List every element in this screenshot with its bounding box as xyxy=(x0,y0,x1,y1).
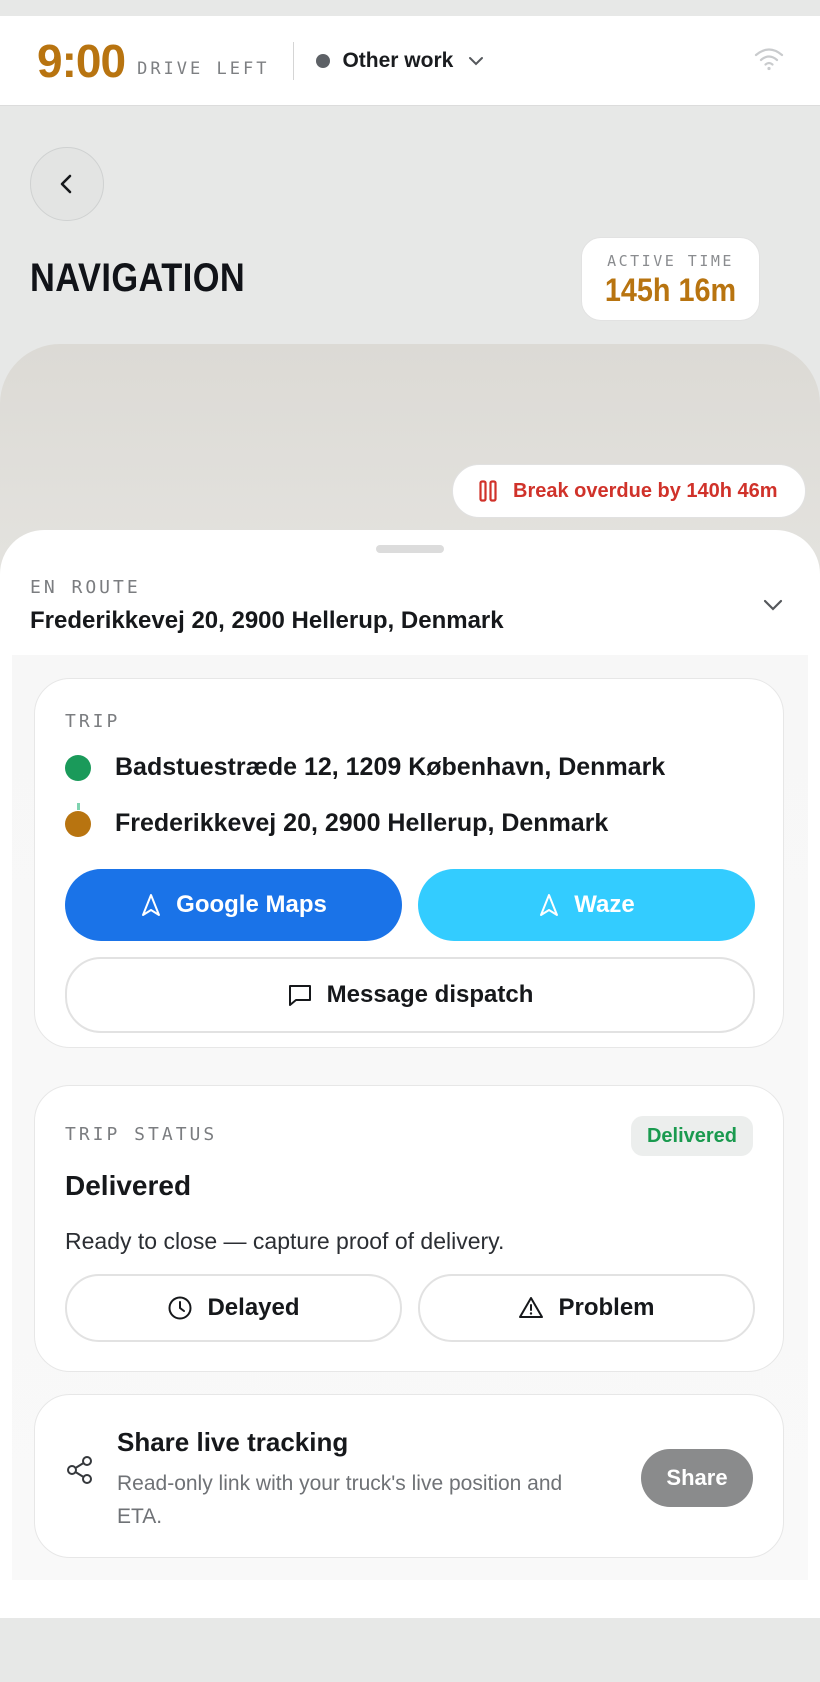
share-title: Share live tracking xyxy=(117,1427,349,1457)
chevron-down-icon[interactable] xyxy=(760,592,786,618)
google-maps-button[interactable]: Google Maps xyxy=(65,869,402,941)
navigation-arrow-icon xyxy=(540,894,559,916)
en-route-label: EN ROUTE xyxy=(30,577,141,598)
chevron-left-icon xyxy=(60,174,72,194)
page-title: NAVIGATION xyxy=(30,256,246,300)
delayed-button[interactable]: Delayed xyxy=(65,1274,402,1342)
waze-label: Waze xyxy=(574,891,635,918)
message-icon xyxy=(288,985,311,1006)
active-time-card: ACTIVE TIME 145h 16m xyxy=(581,237,760,321)
trip-label: TRIP xyxy=(65,711,121,732)
trip-status-label: TRIP STATUS xyxy=(65,1124,218,1145)
trip-status-card: TRIP STATUS Delivered Delivered Ready to… xyxy=(34,1085,784,1372)
problem-button[interactable]: Problem xyxy=(418,1274,755,1342)
problem-label: Problem xyxy=(558,1294,655,1321)
chevron-down-icon xyxy=(469,56,484,65)
status-dot xyxy=(316,53,331,68)
wifi-icon xyxy=(754,48,784,71)
trip-card: TRIP Badstuestræde 12, 1209 København, D… xyxy=(34,678,784,1048)
destination-dot xyxy=(65,810,91,837)
active-time-value: 145h 16m xyxy=(604,272,737,308)
back-button[interactable] xyxy=(30,147,104,221)
en-route-destination: Frederikkevej 20, 2900 Hellerup, Denmark xyxy=(30,607,504,634)
destination-address: Frederikkevej 20, 2900 Hellerup, Denmark xyxy=(115,809,609,837)
duty-status-label: Other work xyxy=(342,48,454,72)
warning-icon xyxy=(519,1297,544,1318)
share-icon xyxy=(67,1456,92,1484)
drive-time-remaining: 9:00 xyxy=(37,34,126,87)
message-dispatch-label: Message dispatch xyxy=(326,981,534,1008)
divider xyxy=(293,41,295,80)
delayed-label: Delayed xyxy=(207,1294,300,1321)
duty-status-selector[interactable]: Other work xyxy=(316,49,485,73)
origin-address: Badstuestræde 12, 1209 København, Denmar… xyxy=(115,753,666,781)
trip-status-description: Ready to close — capture proof of delive… xyxy=(65,1228,505,1254)
break-alert-text: Break overdue by 140h 46m xyxy=(513,479,778,502)
pause-icon xyxy=(479,480,497,502)
trip-status-title: Delivered xyxy=(65,1170,192,1201)
share-description: Read-only link with your truck's live po… xyxy=(117,1472,563,1528)
top-status-bar: 9:00 DRIVE LEFT Other work xyxy=(0,16,820,106)
navigation-arrow-icon xyxy=(142,894,161,916)
message-dispatch-button[interactable]: Message dispatch xyxy=(65,957,755,1033)
google-maps-label: Google Maps xyxy=(176,891,327,918)
share-button[interactable]: Share xyxy=(641,1449,753,1507)
active-time-label: ACTIVE TIME xyxy=(607,252,734,270)
break-overdue-alert: Break overdue by 140h 46m xyxy=(452,464,806,518)
origin-dot xyxy=(65,754,91,781)
destination-stop: Frederikkevej 20, 2900 Hellerup, Denmark xyxy=(65,809,608,838)
origin-stop: Badstuestræde 12, 1209 København, Denmar… xyxy=(65,753,665,782)
share-tracking-card: Share live tracking Read-only link with … xyxy=(34,1394,784,1558)
drive-left-label: DRIVE LEFT xyxy=(137,58,270,79)
status-badge: Delivered xyxy=(631,1116,753,1156)
waze-button[interactable]: Waze xyxy=(418,869,755,941)
clock-icon xyxy=(168,1296,192,1320)
sheet-drag-handle[interactable] xyxy=(376,545,444,553)
